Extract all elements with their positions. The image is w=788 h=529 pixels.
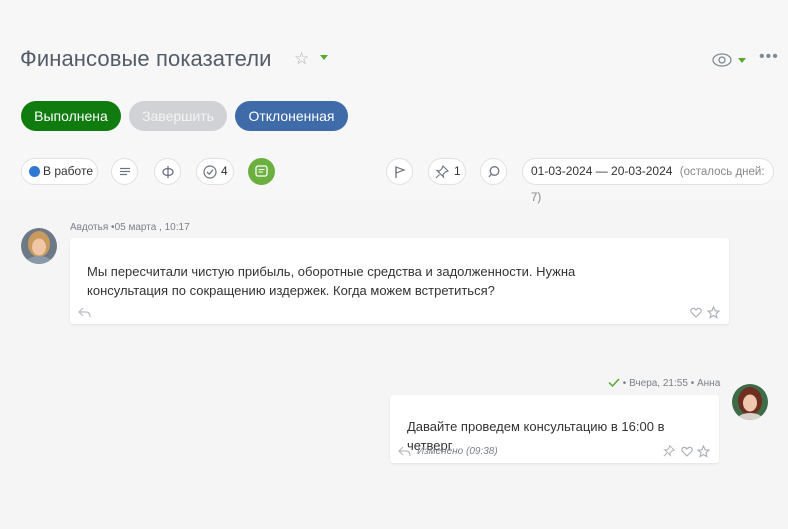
message-meta: • Вчера, 21:55 • Анна [608, 378, 720, 389]
more-icon[interactable]: ••• [759, 49, 778, 68]
search-button[interactable] [480, 158, 507, 185]
message-author[interactable]: Анна [697, 378, 720, 389]
chat-icon [255, 165, 268, 177]
flag-icon [395, 166, 406, 178]
pin-icon[interactable] [663, 445, 675, 457]
chat-button[interactable] [248, 158, 275, 185]
pinned-button[interactable]: 1 [428, 158, 466, 185]
message-bubble: Давайте проведем консультацию в 16:00 в … [390, 395, 719, 463]
flag-button[interactable] [386, 158, 413, 185]
edited-label: Изменено (09:38) [417, 446, 498, 457]
search-icon [488, 166, 500, 178]
like-icon[interactable] [690, 307, 702, 318]
description-button[interactable] [111, 158, 138, 185]
page-title: Финансовые показатели [20, 46, 272, 71]
done-button[interactable]: Выполнена [21, 101, 121, 131]
message-time: 05 марта , 10:17 [114, 222, 190, 233]
message-text-line: Мы пересчитали чистую прибыль, оборотные… [87, 264, 576, 279]
deadline-dates[interactable]: 01-03-2024 — 20-03-2024 (осталось дней: … [522, 158, 774, 204]
message-meta: Авдотья •05 марта , 10:17 [70, 222, 190, 233]
avatar[interactable] [21, 228, 57, 264]
user-avatar-icon [732, 384, 768, 420]
check-icon [608, 378, 620, 388]
pin-icon [435, 165, 449, 179]
chevron-down-icon[interactable] [320, 55, 328, 60]
finish-button[interactable]: Завершить [129, 101, 227, 131]
avatar[interactable] [732, 384, 768, 420]
reject-button[interactable]: Отклоненная [235, 101, 348, 131]
checklist-count: 4 [221, 164, 228, 178]
reply-icon[interactable] [78, 307, 91, 318]
meta-separator: • [690, 378, 695, 389]
status-dot-icon [29, 166, 40, 177]
status-label: В работе [43, 164, 94, 178]
star-icon[interactable] [697, 445, 710, 458]
message-author[interactable]: Авдотья [70, 222, 108, 233]
dates-range: 01-03-2024 — 20-03-2024 [531, 164, 673, 178]
eye-icon [712, 53, 732, 67]
user-avatar-icon [21, 228, 57, 264]
pinned-count: 1 [454, 164, 461, 178]
star-icon[interactable]: ☆ [294, 50, 312, 68]
message-bubble: Мы пересчитали чистую прибыль, оборотные… [70, 238, 729, 324]
meta-separator: • [622, 378, 627, 389]
list-icon [120, 167, 130, 176]
finance-button[interactable] [154, 158, 181, 185]
check-circle-icon [203, 165, 217, 179]
star-icon[interactable] [707, 306, 720, 319]
message-text: Мы пересчитали чистую прибыль, оборотные… [87, 262, 717, 300]
chevron-down-icon[interactable] [738, 58, 746, 63]
message-time: Вчера, 21:55 [629, 378, 688, 389]
message-text-line: консультация по сокращению издержек. Ког… [87, 283, 495, 298]
like-icon[interactable] [681, 446, 693, 457]
checklist-button[interactable]: 4 [196, 158, 234, 185]
status-selector[interactable]: В работе [21, 158, 98, 185]
reply-icon[interactable] [398, 446, 411, 457]
finance-icon [162, 166, 174, 178]
